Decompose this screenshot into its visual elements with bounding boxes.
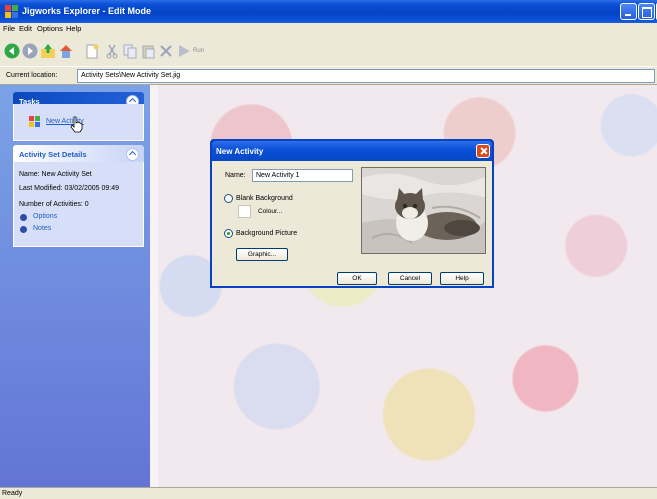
new-activity-dialog: New Activity Name: New Activity 1 Blank … <box>210 139 494 288</box>
collapse-chevron-icon[interactable] <box>126 148 139 161</box>
details-group-body: Name: New Activity Set Last Modified: 03… <box>13 162 144 247</box>
options-link[interactable]: Options <box>33 213 57 220</box>
back-icon[interactable] <box>4 43 20 59</box>
notes-bullet-icon <box>20 226 27 233</box>
background-picture-label[interactable]: Background Picture <box>236 230 297 237</box>
menu-edit[interactable]: Edit <box>19 24 32 33</box>
last-modified: Last Modified: 03/02/2005 09:49 <box>19 185 120 192</box>
menu-help[interactable]: Help <box>66 24 81 33</box>
toolbar: Run <box>0 35 657 66</box>
notes-link[interactable]: Notes <box>33 225 51 232</box>
blank-background-radio[interactable] <box>224 194 233 203</box>
menu-bar: File Edit Options Help <box>0 23 657 35</box>
graphic-button[interactable]: Graphic... <box>236 248 288 261</box>
dialog-title-bar[interactable]: New Activity <box>212 141 492 161</box>
tasks-group-body: New Activity <box>13 104 144 141</box>
set-name: Name: New Activity Set <box>19 171 92 178</box>
name-label: Name: <box>225 172 246 179</box>
cancel-button[interactable]: Cancel <box>388 272 432 285</box>
menu-file[interactable]: File <box>3 24 15 33</box>
new-icon[interactable] <box>84 43 100 59</box>
hand-cursor-icon <box>70 116 83 133</box>
cut-icon[interactable] <box>104 43 120 59</box>
copy-icon[interactable] <box>122 43 138 59</box>
blank-background-label[interactable]: Blank Background <box>236 195 293 202</box>
status-bar: Ready <box>0 487 657 499</box>
maximize-button[interactable] <box>638 3 655 20</box>
run-label[interactable]: Run <box>193 48 204 54</box>
address-bar: Current location: Activity Sets\New Acti… <box>0 66 657 85</box>
kitten-photo <box>362 168 485 253</box>
home-icon[interactable] <box>58 43 74 59</box>
canvas-edge <box>150 85 158 487</box>
new-activity-icon <box>29 116 40 127</box>
colour-swatch[interactable] <box>238 205 251 218</box>
activity-count: Number of Activities: 0 <box>19 201 89 208</box>
up-folder-icon[interactable] <box>40 43 56 59</box>
window-title: Jigworks Explorer - Edit Mode <box>22 6 152 16</box>
title-bar: Jigworks Explorer - Edit Mode <box>0 0 657 23</box>
colour-label[interactable]: Colour... <box>258 208 282 215</box>
forward-icon[interactable] <box>22 43 38 59</box>
status-text: Ready <box>2 490 23 497</box>
menu-options[interactable]: Options <box>37 24 63 33</box>
options-bullet-icon <box>20 214 27 221</box>
paste-icon[interactable] <box>140 43 156 59</box>
activity-set-details-header: Activity Set Details <box>19 150 87 159</box>
run-icon[interactable] <box>176 43 192 59</box>
help-button[interactable]: Help <box>440 272 484 285</box>
background-picture-radio[interactable] <box>224 229 233 238</box>
current-location-label: Current location: <box>6 72 58 79</box>
delete-icon[interactable] <box>158 43 174 59</box>
dialog-body: Name: New Activity 1 Blank Background Co… <box>212 161 492 286</box>
current-location-field[interactable]: Activity Sets\New Activity Set.jig <box>77 69 655 83</box>
activity-name-input[interactable]: New Activity 1 <box>252 169 353 182</box>
ok-button[interactable]: OK <box>337 272 377 285</box>
jigsaw-app-icon <box>5 5 18 18</box>
background-preview-image <box>361 167 486 254</box>
minimize-button[interactable] <box>620 3 637 20</box>
dialog-close-button[interactable] <box>476 144 490 158</box>
dialog-title: New Activity <box>216 147 264 156</box>
